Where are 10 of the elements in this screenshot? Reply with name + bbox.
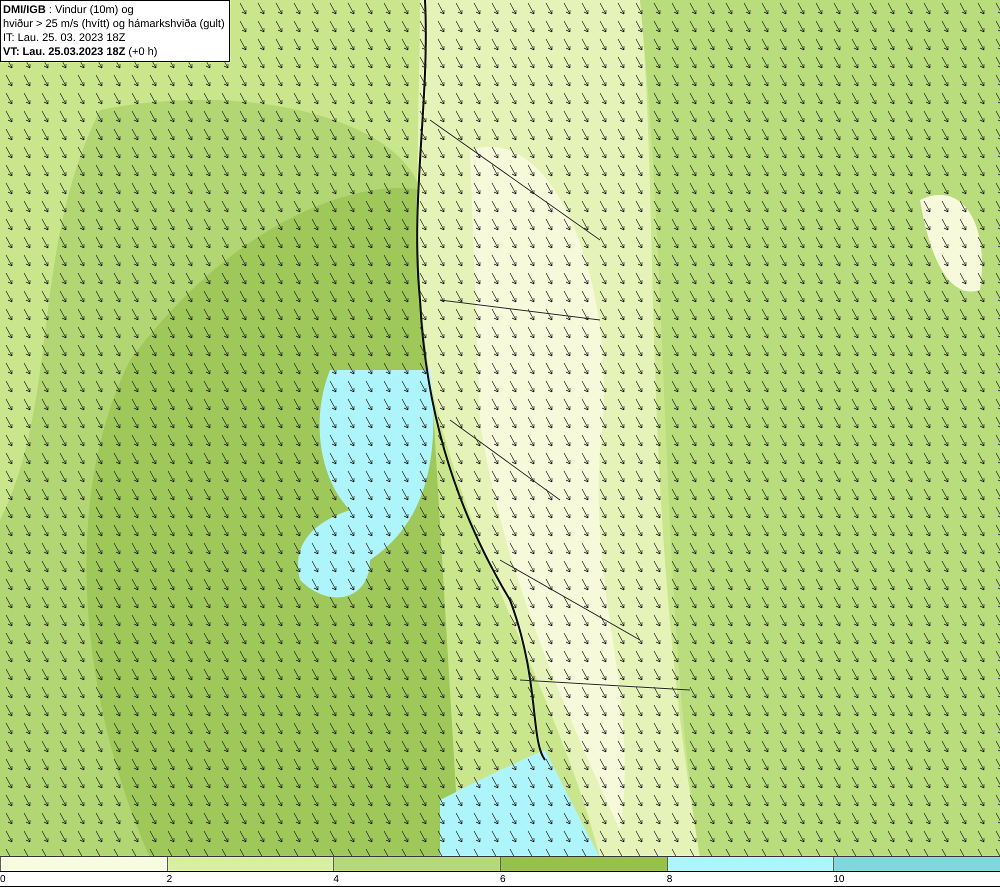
legend-tick-label: 2: [166, 874, 172, 886]
info-line: IT: Lau. 25. 03. 2023 18Z: [3, 31, 126, 45]
info-line: DMI/IGB : Vindur (10m) og: [3, 3, 135, 17]
info-line: hviður > 25 m/s (hvítt) og hámarkshviða (gult): [3, 17, 225, 31]
legend-tick-label: 8: [666, 874, 672, 886]
legend-tick-label: 6: [500, 874, 506, 886]
info-line: VT: Lau. 25.03.2023 18Z (+0 h): [3, 45, 158, 59]
legend-tick-label: 10: [833, 874, 844, 886]
legend-tick-label: 0: [0, 874, 6, 886]
legend-tick-label: 4: [333, 874, 339, 886]
